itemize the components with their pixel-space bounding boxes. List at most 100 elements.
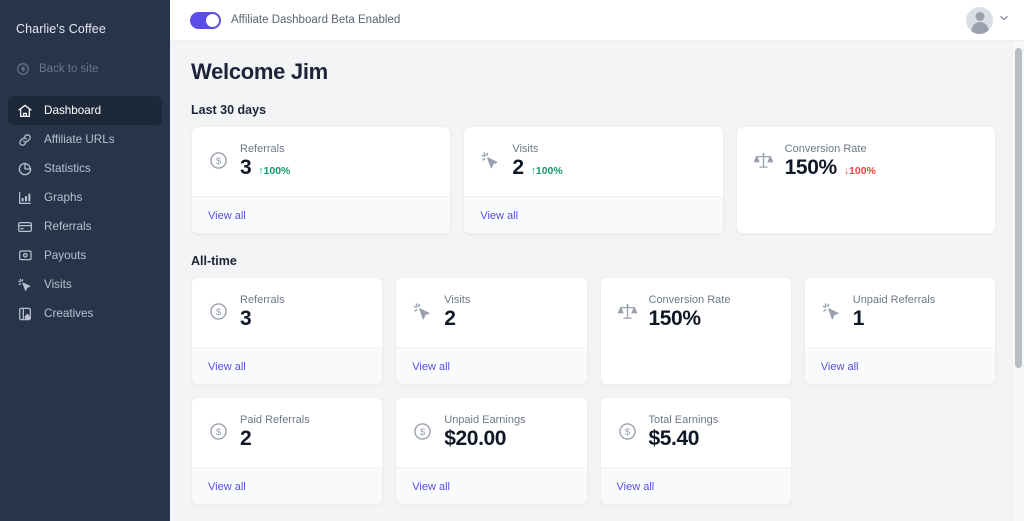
page-title: Welcome Jim <box>191 59 328 84</box>
card-text: Visits 2 <box>444 294 470 331</box>
sidebar-item-graphs[interactable]: Graphs <box>8 183 162 212</box>
sidebar-item-dashboard[interactable]: Dashboard <box>8 96 162 125</box>
sidebar-item-label: Creatives <box>44 307 94 320</box>
scrollbar-thumb[interactable] <box>1015 48 1022 368</box>
card-body: $ Referrals 3 <box>192 278 382 347</box>
brand-title: Charlie's Coffee <box>16 22 106 36</box>
home-icon <box>17 103 33 119</box>
sidebar-item-label: Payouts <box>44 249 87 262</box>
view-all-link[interactable]: View all <box>208 481 246 493</box>
stat-card-unpaid-earnings: $ Unpaid Earnings $20.00 View all <box>395 397 588 505</box>
view-all-link[interactable]: View all <box>412 481 450 493</box>
card-body: $ Total Earnings $5.40 <box>601 398 791 467</box>
card-label: Visits <box>444 294 471 306</box>
avatar-body <box>971 22 988 34</box>
card-value: 150% <box>648 307 702 330</box>
money-icon <box>17 248 33 264</box>
svg-text:$: $ <box>420 427 426 438</box>
sidebar-item-label: Affiliate URLs <box>44 133 115 146</box>
topbar: Affiliate Dashboard Beta Enabled <box>170 0 1024 41</box>
sidebar-item-statistics[interactable]: Statistics <box>8 154 162 183</box>
dashboard-content: Welcome Jim Last 30 days $ Referrals 3 ↑… <box>170 41 1024 505</box>
card-value-row: 3 ↑100% <box>240 156 290 180</box>
card-value-row: 2 ↑100% <box>512 156 562 180</box>
chevron-down-icon[interactable] <box>998 11 1010 29</box>
arrow-left-circle-icon <box>16 62 30 76</box>
stat-card-total-earnings: $ Total Earnings $5.40 View all <box>599 397 792 505</box>
avatar[interactable] <box>966 6 993 34</box>
card-label: Unpaid Referrals <box>852 294 936 306</box>
vertical-scrollbar[interactable] <box>1011 41 1024 521</box>
content-scroll-area: Welcome Jim Last 30 days $ Referrals 3 ↑… <box>170 41 1024 521</box>
app-root: Charlie's Coffee Back to site Dashboard <box>0 0 1024 521</box>
sidebar-item-label: Dashboard <box>44 104 102 117</box>
card-text: Unpaid Referrals 1 <box>853 294 936 331</box>
card-label: Conversion Rate <box>784 143 867 155</box>
card-footer: View all <box>600 467 791 504</box>
card-body: Visits 2 ↑100% <box>464 127 722 196</box>
card-body: Unpaid Referrals 1 <box>805 278 995 347</box>
card-delta: ↑100% <box>530 165 563 177</box>
sidebar-item-affiliate-urls[interactable]: Affiliate URLs <box>8 125 162 154</box>
stat-card-unpaid-referrals: Unpaid Referrals 1 View all <box>803 277 996 385</box>
sidebar-item-payouts[interactable]: Payouts <box>8 241 162 270</box>
card-value: 3 <box>240 156 252 179</box>
card-body: $ Referrals 3 ↑100% <box>192 127 450 196</box>
sidebar-item-visits[interactable]: Visits <box>8 270 162 299</box>
card-label: Total Earnings <box>648 414 719 426</box>
card-body: $ Paid Referrals 2 <box>192 398 382 467</box>
card-body: Conversion Rate 150% <box>601 278 791 384</box>
grid-spacer <box>804 397 996 505</box>
dollar-circle-icon: $ <box>208 150 229 171</box>
click-cursor-icon <box>412 301 433 322</box>
scales-icon <box>753 150 774 171</box>
stat-card-referrals-alltime: $ Referrals 3 View all <box>191 277 384 385</box>
dollar-circle-icon: $ <box>412 421 433 442</box>
sidebar-item-referrals[interactable]: Referrals <box>8 212 162 241</box>
sidebar-item-label: Graphs <box>44 191 83 204</box>
sidebar-item-creatives[interactable]: Creatives <box>8 299 162 328</box>
card-footer: View all <box>396 467 587 504</box>
svg-text:$: $ <box>624 427 630 438</box>
click-cursor-icon <box>17 277 33 293</box>
sidebar-item-label: Referrals <box>44 220 92 233</box>
section-title-all-time: All-time <box>191 254 237 268</box>
section-title-last-30-days: Last 30 days <box>191 103 267 117</box>
credit-card-icon <box>17 219 33 235</box>
card-value: 2 <box>512 156 524 179</box>
view-all-link[interactable]: View all <box>480 210 518 222</box>
card-value: 3 <box>240 307 252 330</box>
card-text: Visits 2 ↑100% <box>512 143 562 180</box>
sidebar-item-label: Visits <box>44 278 72 291</box>
toggle-knob <box>206 13 219 27</box>
view-all-link[interactable]: View all <box>208 361 246 373</box>
beta-toggle[interactable] <box>190 11 221 29</box>
card-text: Total Earnings $5.40 <box>649 414 719 451</box>
scales-icon <box>617 301 638 322</box>
all-time-grid-row-1: $ Referrals 3 View all Visits 2 View all… <box>191 277 996 385</box>
stat-card-conversion-rate-30d: Conversion Rate 150% ↓100% <box>735 126 996 234</box>
card-value: $5.40 <box>648 427 700 450</box>
account-menu[interactable] <box>966 6 1010 34</box>
view-all-link[interactable]: View all <box>412 361 450 373</box>
beta-toggle-label: Affiliate Dashboard Beta Enabled <box>231 14 401 26</box>
card-label: Paid Referrals <box>240 414 310 426</box>
image-icon <box>17 306 33 322</box>
card-value: 2 <box>240 427 252 450</box>
card-footer: View all <box>464 196 723 233</box>
card-value: 2 <box>444 307 456 330</box>
back-to-site-link[interactable]: Back to site <box>0 54 170 84</box>
view-all-link[interactable]: View all <box>208 210 246 222</box>
back-to-site-label: Back to site <box>39 63 99 75</box>
sidebar-item-label: Statistics <box>44 162 91 175</box>
dollar-circle-icon: $ <box>208 301 229 322</box>
card-label: Conversion Rate <box>648 294 731 306</box>
card-label: Visits <box>512 143 539 155</box>
card-text: Paid Referrals 2 <box>240 414 310 451</box>
click-cursor-icon <box>821 301 842 322</box>
bar-chart-icon <box>17 190 33 206</box>
view-all-link[interactable]: View all <box>821 361 859 373</box>
card-footer: View all <box>804 347 995 384</box>
card-delta: ↑100% <box>258 165 291 177</box>
view-all-link[interactable]: View all <box>617 481 655 493</box>
